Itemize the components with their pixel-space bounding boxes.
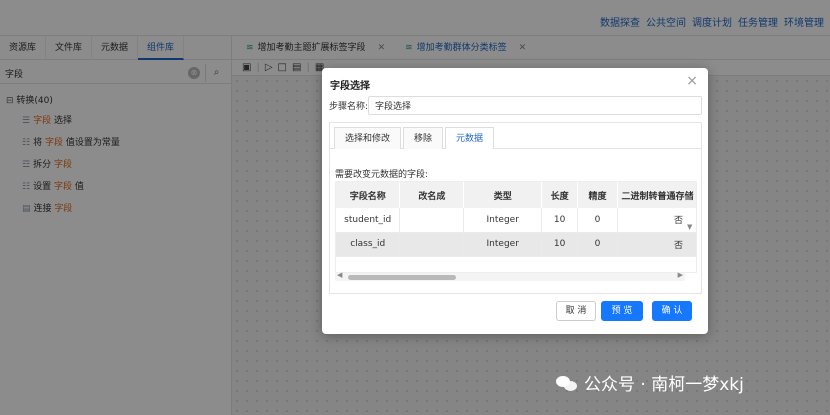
col-length: 长度: [541, 182, 579, 208]
table-row[interactable]: class_id Integer 10 0 否: [336, 232, 696, 257]
fields-to-change-label: 需要改变元数据的字段:: [335, 170, 429, 180]
watermark-text: 公众号 · 南柯一梦xkj: [584, 375, 744, 395]
scrollbar-thumb[interactable]: [348, 275, 456, 280]
preview-button[interactable]: 预 览: [601, 301, 643, 321]
watermark: 公众号 · 南柯一梦xkj: [556, 370, 744, 395]
col-field-name: 字段名称: [336, 182, 401, 208]
tab-select-modify[interactable]: 选择和修改: [334, 127, 402, 149]
table-header-row: 字段名称 改名成 类型 长度 精度 二进制转普通存储: [336, 182, 696, 208]
tab-remove[interactable]: 移除: [403, 127, 444, 149]
confirm-button[interactable]: 确 认: [652, 301, 692, 321]
dialog-tabs: 选择和修改 移除 元数据: [330, 123, 701, 149]
close-icon[interactable]: ×: [686, 73, 698, 89]
cell-length[interactable]: 10: [541, 208, 579, 233]
dialog-tab-panel: 选择和修改 移除 元数据 需要改变元数据的字段: 字段名称 改名成 类型 长度 …: [329, 122, 702, 294]
scroll-right-icon[interactable]: ▶: [678, 271, 683, 279]
cell-rename[interactable]: [399, 208, 465, 233]
tab-metadata[interactable]: 元数据: [445, 127, 495, 149]
cell-precision[interactable]: 0: [577, 232, 618, 257]
step-name-label: 步骤名称:: [329, 102, 369, 112]
cell-rename[interactable]: [399, 232, 465, 257]
scroll-up-icon[interactable]: ▲: [687, 193, 692, 201]
cell-field-name[interactable]: student_id: [336, 208, 401, 233]
cancel-button[interactable]: 取 消: [556, 301, 596, 321]
horizontal-scrollbar[interactable]: ◀ ▶: [335, 271, 685, 281]
col-precision: 精度: [577, 182, 618, 208]
col-rename: 改名成: [399, 182, 465, 208]
cell-type[interactable]: Integer: [463, 208, 543, 233]
field-select-dialog: 字段选择 × 步骤名称: 选择和修改 移除 元数据 需要改变元数据的字段: 字段…: [322, 68, 708, 334]
scroll-down-icon[interactable]: ▼: [687, 223, 692, 231]
table-row[interactable]: student_id Integer 10 0 否: [336, 208, 696, 233]
vertical-scrollbar[interactable]: ▲ ▼: [685, 193, 697, 267]
cell-field-name[interactable]: class_id: [336, 232, 401, 257]
metadata-table: 字段名称 改名成 类型 长度 精度 二进制转普通存储 student_id In…: [335, 181, 697, 273]
scroll-left-icon[interactable]: ◀: [337, 271, 342, 279]
dialog-title: 字段选择: [330, 81, 370, 92]
cell-precision[interactable]: 0: [577, 208, 618, 233]
cell-length[interactable]: 10: [541, 232, 579, 257]
cell-type[interactable]: Integer: [463, 232, 543, 257]
wechat-icon: [556, 374, 578, 392]
step-name-input[interactable]: [368, 96, 702, 115]
col-type: 类型: [463, 182, 543, 208]
